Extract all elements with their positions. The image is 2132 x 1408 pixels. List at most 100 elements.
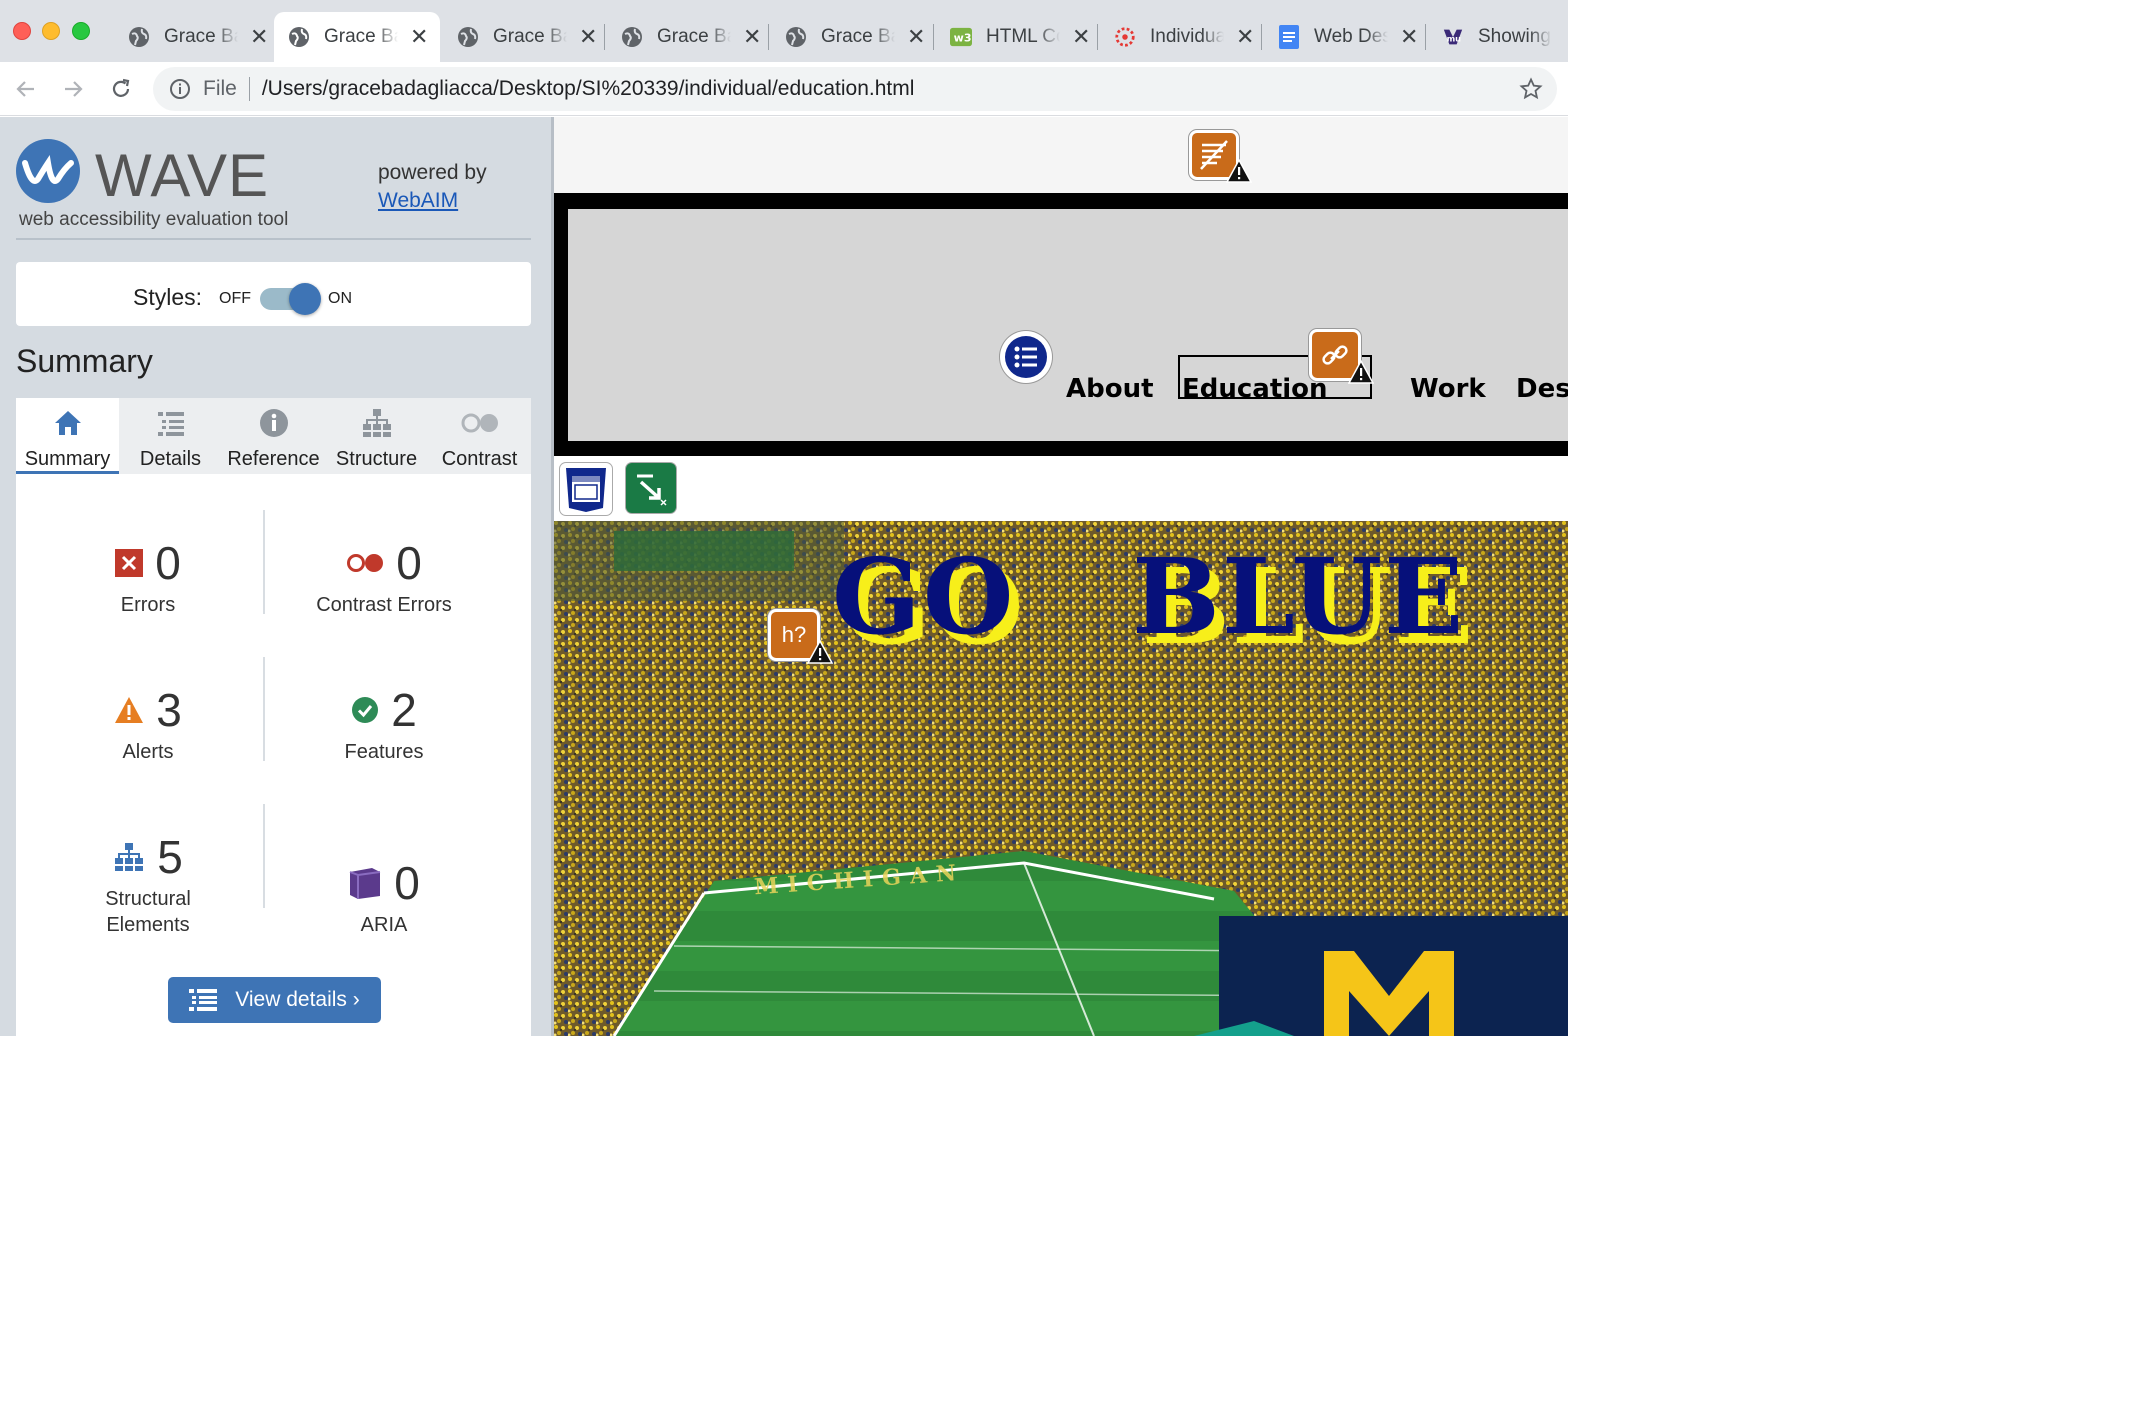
contrast-icon (461, 406, 499, 440)
header-region-icon (566, 468, 606, 512)
contrast-error-icon (346, 552, 384, 574)
tab-label: Details (139, 448, 202, 470)
features-label: Features (344, 741, 424, 763)
stat-contrast-errors[interactable]: 0 Contrast Errors (269, 537, 499, 618)
headline-blue: BLUE (1132, 535, 1466, 658)
maximize-window-button[interactable] (72, 22, 90, 40)
globe-icon (288, 26, 310, 48)
docs-icon (1278, 25, 1300, 49)
tab-contrast[interactable]: Contrast (428, 398, 531, 474)
reload-button[interactable] (106, 74, 136, 104)
alert-triangle-icon (114, 696, 144, 724)
powered-by: powered by WebAIM (378, 159, 487, 215)
tab-title: Individual (1150, 26, 1224, 47)
url-divider (248, 77, 250, 101)
browser-tab[interactable]: Web Design ✕ (1264, 12, 1424, 62)
wave-alert-badge[interactable] (1189, 130, 1253, 183)
alerts-count: 3 (156, 684, 182, 736)
browser-tab[interactable]: Individual ✕ (1100, 12, 1260, 62)
nav-link-work[interactable]: Work (1410, 374, 1486, 404)
browser-tab[interactable]: w3 HTML Color Codes ✕ (936, 12, 1096, 62)
summary-heading: Summary (16, 343, 153, 379)
close-icon[interactable]: ✕ (1236, 26, 1254, 48)
link-icon (1322, 345, 1348, 365)
close-icon[interactable]: ✕ (1072, 26, 1090, 48)
tab-title: Grace Badagliacca (324, 26, 398, 47)
errors-label: Errors (120, 594, 176, 616)
tab-summary[interactable]: Summary (16, 398, 119, 474)
tab-label: Summary (24, 448, 111, 470)
nav-link-about[interactable]: About (1066, 374, 1154, 404)
arrow-right-icon (65, 81, 83, 97)
close-icon[interactable]: ✕ (1400, 26, 1418, 48)
stat-aria[interactable]: 0 ARIA (269, 857, 499, 938)
list-icon (156, 406, 186, 440)
wave-header-region-badge[interactable] (560, 463, 612, 515)
browser-tab-active[interactable]: Grace Badagliacca ✕ (274, 12, 440, 62)
stat-divider (263, 657, 265, 761)
wave-logo-icon (16, 139, 80, 203)
svg-text:w3: w3 (954, 32, 972, 45)
styles-toggle-panel: Styles: OFF ON (16, 262, 531, 326)
tab-label: Contrast (441, 448, 518, 470)
svg-text:mu: mu (1447, 34, 1462, 44)
site-header-inner: About Education Work Design (568, 209, 1568, 441)
address-bar[interactable]: File /Users/gracebadagliacca/Desktop/SI%… (153, 67, 1557, 111)
tab-separator (1097, 24, 1098, 50)
tab-title: Web Design (1314, 26, 1388, 47)
page-preview: About Education Work Design (554, 117, 1568, 1036)
tab-details[interactable]: Details (119, 398, 222, 474)
stat-alerts[interactable]: 3 Alerts (33, 684, 263, 765)
headline-go: GO (832, 535, 1016, 658)
wave-possible-heading-badge[interactable]: h? (768, 609, 834, 664)
styles-label: Styles: (133, 284, 203, 310)
info-icon[interactable] (169, 78, 191, 100)
close-icon[interactable]: ✕ (579, 26, 597, 48)
stat-features[interactable]: 2 Features (269, 684, 499, 765)
w3-icon: w3 (950, 26, 972, 48)
back-button[interactable] (11, 74, 41, 104)
url-scheme: File (203, 77, 237, 100)
aria-cube-icon (348, 866, 382, 900)
close-window-button[interactable] (13, 22, 31, 40)
structural-label-line1: Structural (105, 888, 191, 910)
tab-structure[interactable]: Structure (325, 398, 428, 474)
url-text[interactable]: /Users/gracebadagliacca/Desktop/SI%20339… (262, 77, 915, 101)
minimize-window-button[interactable] (42, 22, 60, 40)
browser-tab[interactable]: mu Showing (1428, 12, 1568, 62)
tab-separator (604, 24, 605, 50)
styles-toggle-knob[interactable] (289, 283, 321, 315)
site-header: About Education Work Design (554, 193, 1568, 456)
stat-structural-elements[interactable]: 5 Structural Elements (33, 831, 263, 938)
bookmark-star-icon[interactable] (1519, 77, 1543, 106)
close-icon[interactable]: ✕ (410, 26, 428, 48)
possible-heading-text: h? (781, 622, 807, 647)
tab-title: Grace Badagliacca (657, 26, 731, 47)
stat-errors[interactable]: 0 Errors (33, 537, 263, 618)
wave-structure-list-badge[interactable] (1000, 331, 1052, 383)
forward-button[interactable] (58, 74, 88, 104)
tab-label: Structure (335, 448, 418, 470)
browser-tab[interactable]: Grace Badagliacca ✕ (771, 12, 931, 62)
browser-tab-bar: Grace Badagliacca ✕ Grace Badagliacca ✕ … (0, 0, 1568, 62)
contrast-errors-count: 0 (396, 537, 422, 589)
close-icon[interactable]: ✕ (743, 26, 761, 48)
browser-tab[interactable]: Grace Badagliacca ✕ (114, 12, 274, 62)
alert-triangle-icon (1347, 359, 1375, 390)
browser-tab[interactable]: Grace Badagliacca ✕ (443, 12, 603, 62)
close-icon[interactable]: ✕ (907, 26, 925, 48)
close-icon[interactable]: ✕ (250, 26, 268, 48)
list-icon (1005, 336, 1047, 378)
browser-tab[interactable]: Grace Badagliacca ✕ (607, 12, 767, 62)
tab-title: HTML Color Codes (986, 26, 1060, 47)
features-count: 2 (391, 684, 417, 736)
wave-redundant-link-badge[interactable] (1309, 329, 1375, 384)
webaim-link[interactable]: WebAIM (378, 189, 458, 212)
view-details-button[interactable]: View details › (168, 977, 381, 1023)
nav-link-design[interactable]: Design (1516, 374, 1568, 404)
umich-icon: mu (1442, 26, 1464, 48)
nav-link-education[interactable]: Education (1182, 374, 1328, 404)
wave-skip-link-badge[interactable] (626, 463, 676, 513)
wave-subtitle: web accessibility evaluation tool (19, 209, 289, 230)
tab-reference[interactable]: Reference (222, 398, 325, 474)
